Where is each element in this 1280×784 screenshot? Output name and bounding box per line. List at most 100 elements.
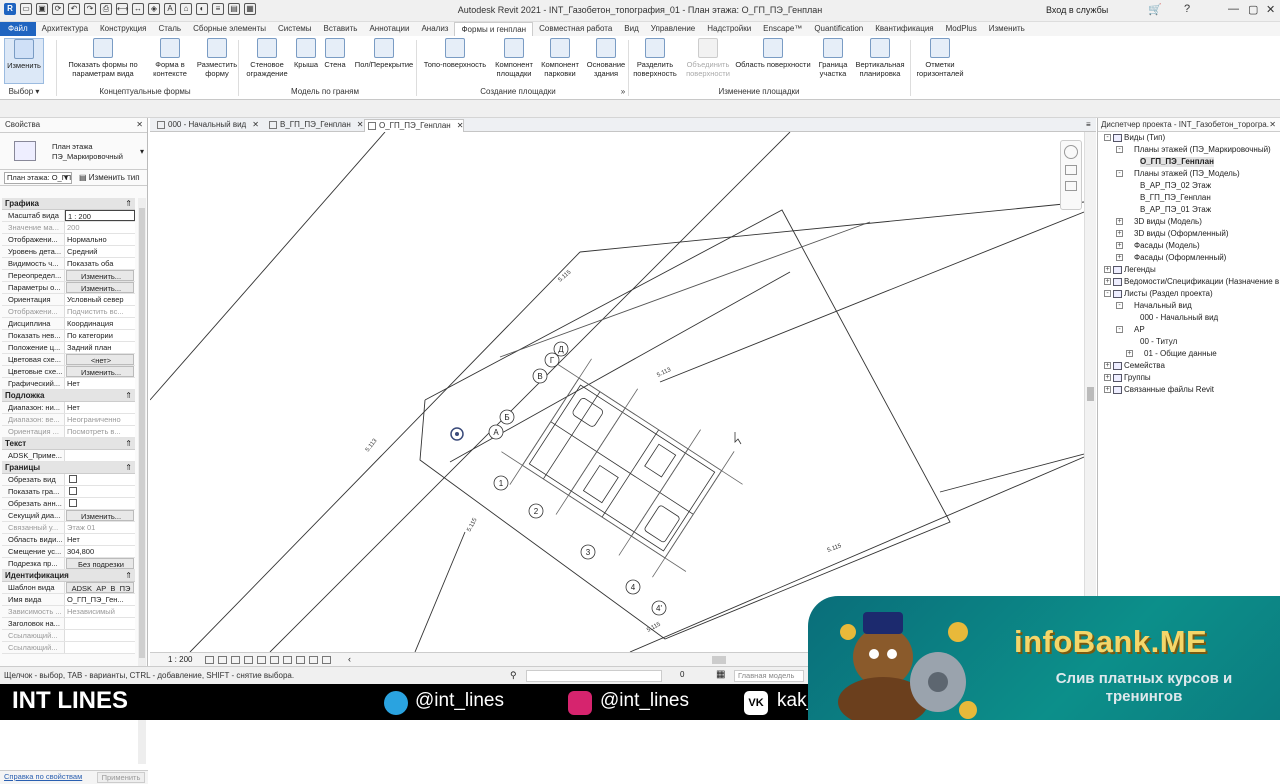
tab-12[interactable]: Управление: [645, 22, 701, 36]
project-browser-item[interactable]: В_ГП_ПЭ_Генплан: [1140, 193, 1211, 203]
tab-17[interactable]: ModPlus: [940, 22, 983, 36]
collapse-icon[interactable]: -: [1116, 326, 1123, 333]
property-value[interactable]: Условный север: [65, 294, 135, 305]
ribbon-button-6[interactable]: Стена: [322, 38, 348, 69]
expand-icon[interactable]: +: [1104, 386, 1111, 393]
navigation-bar[interactable]: [1060, 140, 1082, 210]
tab-1[interactable]: Архитектура: [36, 22, 94, 36]
close-icon[interactable]: ✕: [1266, 3, 1275, 16]
editable-only-icon[interactable]: ▦: [716, 669, 725, 680]
ribbon-button-11[interactable]: Основание здания: [584, 38, 628, 78]
project-browser-item[interactable]: 000 - Начальный вид: [1140, 313, 1218, 323]
tab-9[interactable]: Формы и генплан: [454, 22, 534, 36]
property-value[interactable]: Нет: [65, 402, 135, 413]
collapse-icon[interactable]: ⇑: [125, 198, 132, 210]
type-selector[interactable]: План этажа ПЭ_Маркировочный ▾: [0, 132, 147, 170]
property-value[interactable]: Нет: [65, 378, 135, 389]
property-section[interactable]: Подложка ⇑: [2, 390, 135, 402]
project-browser-item[interactable]: Группы: [1124, 373, 1151, 383]
apply-button[interactable]: Применить: [97, 772, 145, 783]
property-edit-button[interactable]: Изменить...: [66, 282, 134, 293]
ribbon-button-8[interactable]: Топо-поверхность: [420, 38, 490, 69]
expand-icon[interactable]: +: [1116, 254, 1123, 261]
collapse-icon[interactable]: ⇑: [125, 462, 132, 474]
project-browser-item[interactable]: В_АР_ПЭ_01 Этаж: [1140, 205, 1211, 215]
tab-4[interactable]: Сборные элементы: [187, 22, 272, 36]
collapse-icon[interactable]: -: [1116, 302, 1123, 309]
scroll-thumb[interactable]: [139, 208, 145, 658]
project-browser-item[interactable]: Связанные файлы Revit: [1124, 385, 1214, 395]
property-value[interactable]: Координация: [65, 318, 135, 329]
canvas-scrollbar[interactable]: [1084, 132, 1096, 652]
project-browser-item[interactable]: О_ГП_ПЭ_Генплан: [1140, 157, 1214, 167]
property-value[interactable]: [65, 486, 135, 497]
document-tab[interactable]: 000 - Начальный вид ✕: [154, 119, 262, 132]
scroll-thumb[interactable]: [1087, 387, 1094, 401]
sun-path-icon[interactable]: [231, 656, 240, 664]
property-value[interactable]: 304,800: [65, 546, 135, 557]
edit-type-button[interactable]: ▤ Изменить тип: [79, 172, 140, 184]
ribbon-button-9[interactable]: Компонент площадки: [492, 38, 536, 78]
project-browser-item[interactable]: 3D виды (Модель): [1134, 217, 1202, 227]
expand-icon[interactable]: +: [1104, 266, 1111, 273]
tab-8[interactable]: Анализ: [415, 22, 454, 36]
project-browser-item[interactable]: 00 - Титул: [1140, 337, 1177, 347]
horizontal-scroll-thumb[interactable]: [712, 656, 726, 664]
temp-hide-icon[interactable]: [296, 656, 305, 664]
property-edit-button[interactable]: <нет>: [66, 354, 134, 365]
ribbon-button-17[interactable]: Отметки горизонталей: [912, 38, 968, 78]
property-value[interactable]: Нет: [65, 534, 135, 545]
ribbon-button-10[interactable]: Компонент парковки: [538, 38, 582, 78]
checkbox[interactable]: [69, 475, 77, 483]
tab-18[interactable]: Изменить: [983, 22, 1031, 36]
tab-14[interactable]: Enscape™: [757, 22, 808, 36]
collapse-icon[interactable]: -: [1104, 134, 1111, 141]
maximize-icon[interactable]: ▢: [1248, 3, 1258, 16]
project-browser-item[interactable]: Планы этажей (ПЭ_Модель): [1134, 169, 1240, 179]
property-section[interactable]: Текст ⇑: [2, 438, 135, 450]
project-browser-item[interactable]: АР: [1134, 325, 1145, 335]
collapse-icon[interactable]: ⇑: [125, 570, 132, 582]
expand-icon[interactable]: +: [1116, 230, 1123, 237]
shadows-icon[interactable]: [244, 656, 253, 664]
ribbon-button-14[interactable]: Область поверхности: [732, 38, 814, 69]
cart-icon[interactable]: 🛒: [1148, 3, 1162, 16]
collapse-icon[interactable]: -: [1116, 170, 1123, 177]
chevron-left-icon[interactable]: ‹: [348, 654, 351, 664]
ribbon-button-16[interactable]: Вертикальная планировка: [852, 38, 908, 78]
project-browser-close-icon[interactable]: ✕: [1269, 118, 1276, 131]
ribbon-button-7[interactable]: Пол/Перекрытие: [350, 38, 418, 69]
properties-close-icon[interactable]: ✕: [136, 118, 143, 132]
lock-3d-icon[interactable]: [283, 656, 292, 664]
property-edit-button[interactable]: Изменить...: [66, 270, 134, 281]
visual-style-icon[interactable]: [218, 656, 227, 664]
expand-icon[interactable]: +: [1116, 218, 1123, 225]
property-edit-button[interactable]: Изменить...: [66, 510, 134, 521]
property-value[interactable]: Задний план: [65, 342, 135, 353]
ribbon-button-15[interactable]: Граница участка: [816, 38, 850, 78]
minimize-icon[interactable]: —: [1228, 3, 1239, 15]
zoom-icon[interactable]: [1065, 165, 1077, 175]
tab-0[interactable]: Файл: [0, 22, 36, 36]
steering-wheel-icon[interactable]: [1064, 145, 1078, 159]
show-crop-icon[interactable]: [270, 656, 279, 664]
workset-selector[interactable]: [526, 670, 662, 682]
collapse-icon[interactable]: ⇑: [125, 390, 132, 402]
ribbon-button-2[interactable]: Форма в контексте: [148, 38, 192, 78]
workset-icon[interactable]: ⚲: [510, 670, 517, 681]
drawing-canvas[interactable]: А Б В Г Д 1 2 3 4 4' 5.115 5.113 5.113 5…: [150, 132, 1084, 652]
expand-icon[interactable]: +: [1104, 278, 1111, 285]
expand-icon[interactable]: +: [1104, 362, 1111, 369]
tab-close-icon[interactable]: ✕: [252, 120, 259, 129]
property-edit-button[interactable]: Без подрезки: [66, 558, 134, 569]
project-browser-item[interactable]: Фасады (Модель): [1134, 241, 1200, 251]
ribbon-button-4[interactable]: Стеновое ограждение: [244, 38, 290, 78]
expand-icon[interactable]: +: [1126, 350, 1133, 357]
project-browser-item[interactable]: Легенды: [1124, 265, 1156, 275]
analytical-model-icon[interactable]: [322, 656, 331, 664]
tab-6[interactable]: Вставить: [318, 22, 364, 36]
property-section[interactable]: Границы ⇑: [2, 462, 135, 474]
zoom-extents-icon[interactable]: [1065, 181, 1077, 191]
property-value[interactable]: [65, 618, 135, 629]
tab-close-icon[interactable]: ✕: [357, 120, 364, 129]
